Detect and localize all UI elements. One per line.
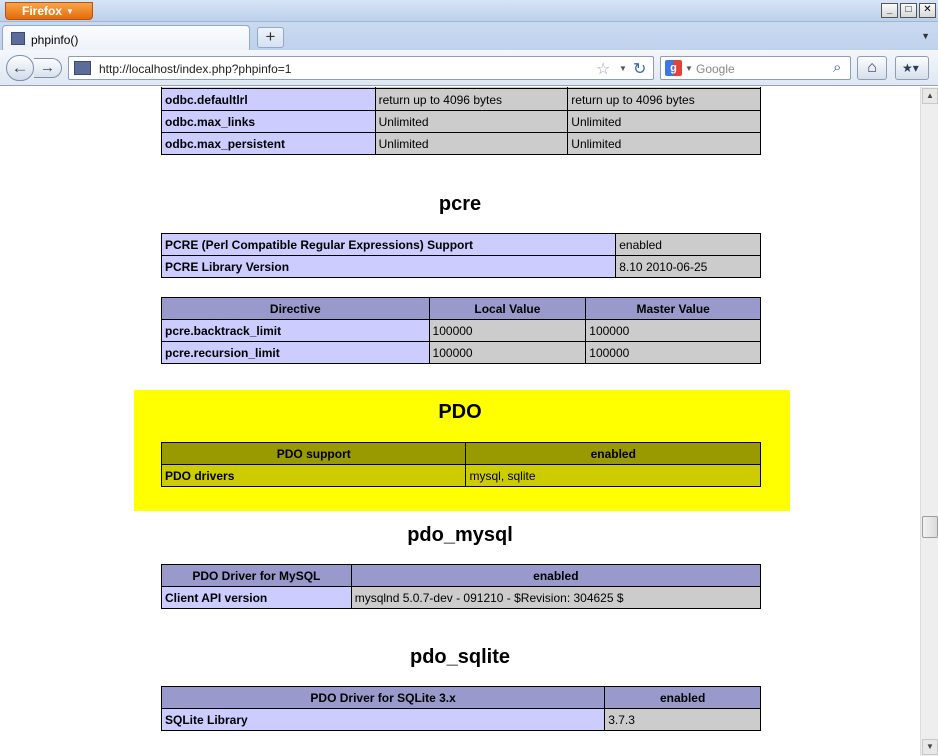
info-value: mysql, sqlite bbox=[465, 464, 761, 487]
info-value: enabled bbox=[615, 233, 761, 256]
bookmarks-button[interactable]: ★▾ bbox=[895, 56, 929, 80]
url-input[interactable]: http://localhost/index.php?phpinfo=1 bbox=[99, 62, 291, 76]
master-value: Unlimited bbox=[567, 132, 761, 155]
directive-name: odbc.max_persistent bbox=[161, 132, 376, 155]
local-value: 100000 bbox=[428, 341, 587, 364]
page-viewport: odbc.defaultlrl return up to 4096 bytes … bbox=[0, 87, 920, 756]
table-row: odbc.max_links Unlimited Unlimited bbox=[161, 110, 761, 133]
table-row: SQLite Library 3.7.3 bbox=[160, 708, 761, 731]
column-header: enabled bbox=[604, 686, 761, 709]
info-label: Client API version bbox=[161, 586, 352, 609]
local-value: Unlimited bbox=[374, 110, 569, 133]
firefox-menu-label: Firefox bbox=[22, 4, 63, 18]
dropdown-arrow-icon: ▼ bbox=[66, 7, 74, 16]
page-favicon-icon bbox=[11, 32, 25, 45]
odbc-directives-table: odbc.defaultlrl return up to 4096 bytes … bbox=[161, 87, 761, 155]
master-value: Unlimited bbox=[567, 110, 761, 133]
history-dropdown-icon[interactable]: ▼ bbox=[619, 64, 627, 73]
tab-list-icon[interactable]: ▼ bbox=[921, 31, 930, 41]
info-label: PCRE (Perl Compatible Regular Expression… bbox=[160, 233, 617, 256]
table-header-row: PDO support enabled bbox=[160, 442, 761, 465]
table-row: odbc.max_persistent Unlimited Unlimited bbox=[161, 132, 761, 155]
info-value: 8.10 2010-06-25 bbox=[615, 255, 761, 278]
directive-name: odbc.defaultlrl bbox=[161, 88, 376, 111]
firefox-menu-button[interactable]: Firefox ▼ bbox=[5, 2, 93, 20]
column-header: PDO Driver for MySQL bbox=[161, 564, 352, 587]
info-label: SQLite Library bbox=[160, 708, 606, 731]
info-value: 3.7.3 bbox=[604, 708, 761, 731]
info-label: PDO drivers bbox=[160, 464, 467, 487]
master-value: return up to 4096 bytes bbox=[567, 88, 761, 111]
section-heading-pcre: pcre bbox=[438, 193, 482, 215]
master-value: 100000 bbox=[585, 319, 761, 342]
column-header: enabled bbox=[350, 564, 762, 587]
directive-name: pcre.recursion_limit bbox=[161, 341, 430, 364]
column-header: enabled bbox=[465, 442, 761, 465]
column-header: Master Value bbox=[585, 297, 761, 320]
master-value: 100000 bbox=[585, 341, 761, 364]
url-bar[interactable]: http://localhost/index.php?phpinfo=1 ☆ ▼… bbox=[68, 56, 654, 80]
vertical-scrollbar[interactable]: ▲ ▼ bbox=[920, 87, 938, 756]
forward-button[interactable]: → bbox=[34, 58, 62, 78]
scrollbar-thumb[interactable] bbox=[922, 516, 938, 538]
title-bar: Firefox ▼ _ □ ✕ bbox=[0, 0, 938, 22]
table-header-row: PDO Driver for MySQL enabled bbox=[161, 564, 762, 587]
table-row: PCRE Library Version 8.10 2010-06-25 bbox=[160, 255, 761, 278]
info-value: mysqlnd 5.0.7-dev - 091210 - $Revision: … bbox=[350, 586, 762, 609]
column-header: Directive bbox=[161, 297, 430, 320]
scroll-up-arrow-icon[interactable]: ▲ bbox=[922, 88, 938, 104]
directive-name: odbc.max_links bbox=[161, 110, 376, 133]
pdo-sqlite-table: PDO Driver for SQLite 3.x enabled SQLite… bbox=[160, 686, 761, 731]
navigation-toolbar: ← → http://localhost/index.php?phpinfo=1… bbox=[0, 50, 938, 86]
new-tab-button[interactable]: + bbox=[257, 27, 284, 48]
table-header-row: Directive Local Value Master Value bbox=[161, 297, 761, 320]
back-button[interactable]: ← bbox=[6, 55, 34, 81]
column-header: PDO Driver for SQLite 3.x bbox=[160, 686, 606, 709]
search-engine-dropdown-icon[interactable]: ▼ bbox=[685, 64, 693, 73]
pdo-table: PDO support enabled PDO drivers mysql, s… bbox=[160, 442, 761, 487]
local-value: Unlimited bbox=[374, 132, 569, 155]
column-header: PDO support bbox=[160, 442, 467, 465]
info-label: PCRE Library Version bbox=[160, 255, 617, 278]
close-icon[interactable]: ✕ bbox=[919, 3, 936, 18]
back-forward-group: ← → bbox=[6, 55, 64, 81]
scroll-down-arrow-icon[interactable]: ▼ bbox=[922, 739, 938, 755]
tab-title: phpinfo() bbox=[31, 33, 79, 47]
search-input[interactable]: Google bbox=[696, 62, 735, 76]
pcre-info-table: PCRE (Perl Compatible Regular Expression… bbox=[160, 233, 761, 278]
table-row: odbc.defaultlrl return up to 4096 bytes … bbox=[161, 88, 761, 111]
local-value: 100000 bbox=[428, 319, 587, 342]
table-row: pcre.backtrack_limit 100000 100000 bbox=[161, 319, 761, 342]
bookmark-star-icon[interactable]: ☆ bbox=[596, 59, 610, 79]
maximize-icon[interactable]: □ bbox=[900, 3, 917, 18]
directive-name: pcre.backtrack_limit bbox=[161, 319, 430, 342]
minimize-icon[interactable]: _ bbox=[881, 3, 898, 18]
reload-icon[interactable]: ↻ bbox=[633, 59, 646, 79]
section-heading-pdo-sqlite: pdo_sqlite bbox=[409, 646, 510, 668]
table-row: PDO drivers mysql, sqlite bbox=[160, 464, 761, 487]
tab-strip: phpinfo() + ▼ bbox=[0, 22, 938, 51]
local-value: return up to 4096 bytes bbox=[374, 88, 569, 111]
pdo-mysql-table: PDO Driver for MySQL enabled Client API … bbox=[161, 564, 762, 609]
search-icon[interactable]: ⌕ bbox=[833, 59, 841, 76]
section-heading-pdo-mysql: pdo_mysql bbox=[407, 524, 513, 546]
table-row: PCRE (Perl Compatible Regular Expression… bbox=[160, 233, 761, 256]
tab-phpinfo[interactable]: phpinfo() bbox=[2, 25, 250, 51]
column-header: Local Value bbox=[428, 297, 587, 320]
window-controls: _ □ ✕ bbox=[881, 3, 936, 18]
site-identity-icon[interactable] bbox=[74, 61, 91, 75]
pcre-directives-table: Directive Local Value Master Value pcre.… bbox=[161, 297, 761, 364]
table-row: Client API version mysqlnd 5.0.7-dev - 0… bbox=[161, 586, 762, 609]
search-bar[interactable]: g ▼ Google ⌕ bbox=[660, 56, 851, 80]
search-engine-icon[interactable]: g bbox=[665, 60, 682, 76]
table-header-row: PDO Driver for SQLite 3.x enabled bbox=[160, 686, 761, 709]
home-button[interactable]: ⌂ bbox=[857, 56, 887, 80]
section-heading-pdo: PDO bbox=[438, 401, 482, 423]
table-row: pcre.recursion_limit 100000 100000 bbox=[161, 341, 761, 364]
